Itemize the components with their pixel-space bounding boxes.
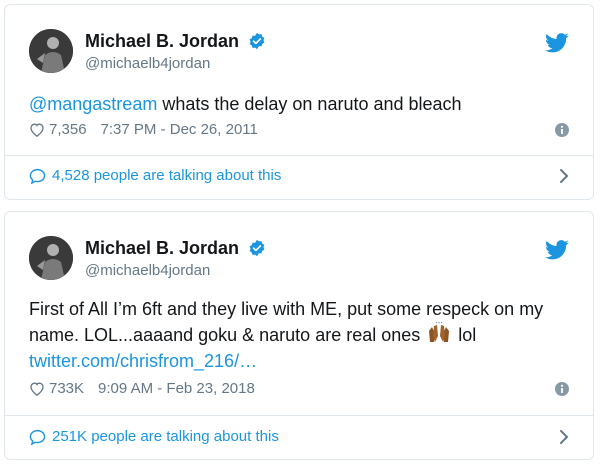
heart-icon[interactable] bbox=[29, 381, 45, 396]
display-name[interactable]: Michael B. Jordan bbox=[85, 31, 266, 52]
tweet-line-2: name. LOL...aaaand goku & naruto are rea… bbox=[29, 322, 569, 348]
tweet-line-1: First of All I’m 6ft and they live with … bbox=[29, 299, 544, 319]
verified-badge-icon bbox=[249, 239, 265, 257]
tweet-link[interactable]: twitter.com/chrisfrom_216/… bbox=[29, 348, 569, 374]
display-name-text[interactable]: Michael B. Jordan bbox=[85, 238, 239, 258]
chevron-right-icon[interactable] bbox=[559, 429, 569, 445]
comment-bubble-icon bbox=[29, 168, 46, 184]
twitter-bird-icon[interactable] bbox=[545, 240, 569, 260]
tweet-text: First of All I’m 6ft and they live with … bbox=[29, 296, 569, 374]
mention-link[interactable]: @mangastream bbox=[29, 94, 157, 114]
display-name[interactable]: Michael B. Jordan bbox=[85, 238, 266, 259]
tweet-line-2-suffix: lol bbox=[458, 325, 477, 345]
tweet-timestamp[interactable]: 7:37 PM - Dec 26, 2011 bbox=[101, 121, 258, 138]
info-icon[interactable] bbox=[555, 122, 569, 137]
twitter-bird-icon[interactable] bbox=[545, 33, 569, 53]
tweet-line-2-text: name. LOL...aaaand goku & naruto are rea… bbox=[29, 325, 421, 345]
tweet-timestamp[interactable]: 9:09 AM - Feb 23, 2018 bbox=[98, 380, 255, 397]
chevron-right-icon[interactable] bbox=[559, 168, 569, 184]
tweet-card[interactable]: Michael B. Jordan @michaelb4jordan First… bbox=[4, 211, 594, 460]
user-handle[interactable]: @michaelb4jordan bbox=[85, 55, 210, 72]
tweet-card[interactable]: Michael B. Jordan @michaelb4jordan @mang… bbox=[4, 4, 594, 200]
like-count[interactable]: 733K bbox=[49, 380, 84, 397]
talking-count[interactable]: 4,528 people are talking about this bbox=[52, 167, 281, 184]
talking-about-link[interactable]: 4,528 people are talking about this bbox=[29, 167, 569, 184]
talking-count[interactable]: 251K people are talking about this bbox=[52, 428, 279, 445]
avatar[interactable] bbox=[29, 236, 73, 280]
heart-icon[interactable] bbox=[29, 122, 45, 137]
raising-hands-emoji bbox=[429, 322, 450, 342]
talking-about-link[interactable]: 251K people are talking about this bbox=[29, 428, 569, 445]
tweet-meta: 733K 9:09 AM - Feb 23, 2018 bbox=[29, 380, 569, 397]
divider bbox=[5, 155, 593, 156]
comment-bubble-icon bbox=[29, 429, 46, 445]
display-name-text[interactable]: Michael B. Jordan bbox=[85, 31, 239, 51]
avatar[interactable] bbox=[29, 29, 73, 73]
divider bbox=[5, 415, 593, 416]
tweet-body: whats the delay on naruto and bleach bbox=[157, 94, 462, 114]
tweet-text: @mangastream whats the delay on naruto a… bbox=[29, 91, 569, 117]
verified-badge-icon bbox=[249, 32, 265, 50]
user-handle[interactable]: @michaelb4jordan bbox=[85, 262, 210, 279]
info-icon[interactable] bbox=[555, 381, 569, 396]
like-count[interactable]: 7,356 bbox=[49, 121, 87, 138]
tweet-meta: 7,356 7:37 PM - Dec 26, 2011 bbox=[29, 121, 569, 138]
